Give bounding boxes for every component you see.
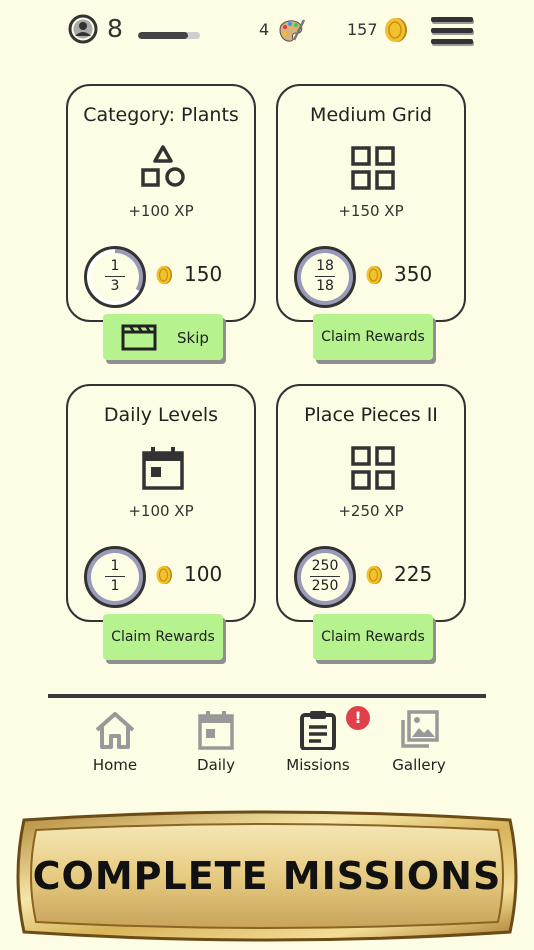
progress-current: 1: [110, 558, 120, 574]
reward-amount: 100: [184, 562, 223, 586]
mission-xp: +150 XP: [338, 202, 404, 220]
reward-amount: 225: [394, 562, 433, 586]
clapperboard-icon: [121, 324, 157, 351]
progress-total: 3: [110, 278, 120, 294]
mission-title: Category: Plants: [83, 104, 239, 126]
progress-ring: 1 3: [84, 246, 146, 308]
clipboard-icon: [300, 711, 336, 750]
progress-total: 250: [311, 578, 339, 594]
reward-amount: 150: [184, 262, 223, 286]
progress-current: 250: [311, 558, 339, 574]
skip-button[interactable]: Skip: [103, 314, 223, 360]
coin-count: 157: [347, 20, 378, 39]
palette-icon[interactable]: [276, 16, 306, 44]
player-level: 8: [107, 14, 123, 43]
nav-label-missions: Missions: [286, 756, 350, 774]
home-icon: [95, 712, 135, 749]
progress-ring: 1 1: [84, 546, 146, 608]
claim-rewards-button[interactable]: Claim Rewards: [313, 614, 433, 660]
progress-total: 18: [316, 278, 334, 294]
nav-label-home: Home: [92, 756, 138, 774]
user-circle-icon[interactable]: [68, 14, 98, 44]
progress-current: 18: [316, 258, 334, 274]
coin-icon: [366, 566, 382, 584]
mission-title: Place Pieces II: [304, 404, 438, 426]
banner-title: COMPLETE MISSIONS: [32, 854, 502, 898]
mission-xp: +100 XP: [128, 202, 194, 220]
mission-card: Category: Plants +100 XP 1 3 150 Skip: [66, 84, 256, 360]
coin-icon: [156, 266, 172, 284]
mission-title: Daily Levels: [103, 404, 219, 426]
grid-icon: [351, 146, 395, 190]
mission-xp: +100 XP: [128, 502, 194, 520]
claim-rewards-button[interactable]: Claim Rewards: [313, 314, 433, 360]
shapes-icon: [141, 145, 185, 187]
coin-icon: [366, 266, 382, 284]
progress-fraction: 1 3: [87, 258, 143, 295]
mission-card: Daily Levels +100 XP 1 1 100 Claim Rewar…: [66, 384, 256, 660]
palette-count: 4: [259, 20, 270, 39]
progress-current: 1: [110, 258, 120, 274]
mission-card: Place Pieces II +250 XP 250 250 225 Clai…: [276, 384, 466, 660]
hamburger-menu-icon[interactable]: [431, 15, 473, 47]
calendar-icon: [198, 711, 234, 750]
top-bar: 8 4 157: [0, 0, 534, 64]
gallery-icon: [401, 710, 439, 748]
progress-fraction: 18 18: [297, 258, 353, 295]
notification-badge: !: [346, 706, 370, 730]
nav-label-daily: Daily: [197, 756, 235, 774]
nav-item-gallery[interactable]: Gallery: [379, 708, 459, 782]
xp-progress-bar: [138, 32, 200, 39]
progress-fraction: 250 250: [297, 558, 353, 595]
reward-amount: 350: [394, 262, 433, 286]
grid-icon: [351, 446, 395, 490]
progress-fraction: 1 1: [87, 558, 143, 595]
skip-label: Skip: [177, 329, 209, 347]
coin-icon: [156, 566, 172, 584]
nav-item-home[interactable]: Home: [75, 708, 155, 782]
xp-progress-fill: [138, 32, 188, 39]
calendar-icon: [142, 447, 184, 490]
progress-ring: 250 250: [294, 546, 356, 608]
nav-label-gallery: Gallery: [392, 756, 446, 774]
progress-ring: 18 18: [294, 246, 356, 308]
mission-card: Medium Grid +150 XP 18 18 350 Claim Rewa…: [276, 84, 466, 360]
nav-divider: [48, 694, 486, 698]
nav-item-daily[interactable]: Daily: [176, 708, 256, 782]
claim-rewards-button[interactable]: Claim Rewards: [103, 614, 223, 660]
coin-icon: [385, 18, 407, 42]
mission-xp: +250 XP: [338, 502, 404, 520]
progress-total: 1: [110, 578, 120, 594]
mission-title: Medium Grid: [310, 104, 432, 126]
